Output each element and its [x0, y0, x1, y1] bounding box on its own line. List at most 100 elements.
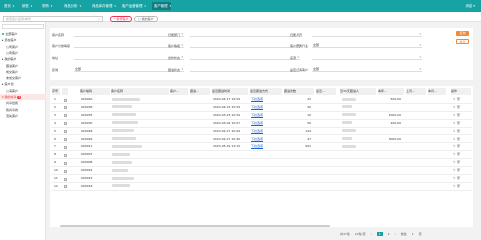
row-actions[interactable]: ✎ 🗑	[453, 120, 460, 128]
table-header-cell[interactable]: 上月...	[406, 88, 426, 95]
sidebar-item[interactable]: ▸ 客户池	[0, 81, 46, 87]
customer-name[interactable]	[112, 96, 168, 104]
row-checkbox[interactable]	[64, 114, 67, 118]
sidebar-item[interactable]: 公海客户	[0, 88, 46, 94]
follow-method-link[interactable]: 下拉选项	[251, 112, 281, 120]
customer-name[interactable]	[112, 128, 168, 136]
delete-icon[interactable]: 🗑	[456, 113, 460, 117]
top-tab[interactable]: 首页 ▾	[2, 2, 14, 10]
table-header-cell[interactable]: 本年...	[378, 88, 404, 95]
sidebar-item[interactable]: 成交客户	[0, 69, 46, 75]
filter-input[interactable]: ▾	[190, 55, 300, 60]
row-actions[interactable]: ✎ 🗑	[453, 128, 460, 136]
search-button[interactable]: 查询	[456, 31, 469, 36]
delete-icon[interactable]: 🗑	[456, 105, 460, 109]
sidebar-item[interactable]: 流失客户	[0, 113, 46, 119]
row-checkbox[interactable]	[64, 153, 67, 157]
row-checkbox[interactable]	[64, 138, 67, 141]
table-header-cell[interactable]	[62, 88, 68, 95]
row-actions[interactable]: ✎ 🗑	[453, 104, 460, 112]
sidebar-item[interactable]: 我共享的	[0, 107, 46, 113]
row-checkbox[interactable]	[64, 106, 67, 110]
sidebar-item[interactable]: ▸ 我的客户	[0, 56, 46, 62]
delete-icon[interactable]: 🗑	[456, 121, 460, 125]
filter-input[interactable]: 全部 ▾	[312, 43, 422, 48]
table-header-cell[interactable]: 序号	[52, 88, 60, 95]
table-header-cell[interactable]: 最近跟进时间	[212, 88, 248, 95]
horizontal-scrollbar[interactable]	[60, 225, 330, 227]
filter-input[interactable]: ▾	[190, 32, 300, 37]
table-header-cell[interactable]: 操作	[451, 88, 471, 95]
sidebar-item[interactable]: 跟进客户	[0, 63, 46, 69]
delete-icon[interactable]: 🗑	[456, 160, 460, 164]
add-customer-pill[interactable]: * 新增客户	[110, 16, 133, 22]
sidebar-item[interactable]: 公司客户	[0, 50, 46, 56]
customer-name[interactable]	[112, 120, 168, 128]
customer-name[interactable]	[112, 143, 168, 151]
customer-name[interactable]	[112, 151, 168, 159]
delete-icon[interactable]: 🗑	[456, 97, 460, 101]
filter-input[interactable]: ▾	[190, 67, 300, 72]
table-header-cell[interactable]: 跟进...	[190, 88, 210, 95]
top-tab[interactable]: 销售 ▾	[20, 2, 32, 10]
delete-icon[interactable]: 🗑	[456, 176, 460, 180]
row-actions[interactable]: ✎ 🗑	[453, 112, 460, 120]
delete-icon[interactable]: 🗑	[456, 144, 460, 148]
filter-input[interactable]: ▾	[312, 32, 422, 37]
customer-name[interactable]	[112, 167, 168, 175]
row-checkbox[interactable]	[64, 169, 67, 173]
row-actions[interactable]: ✎ 🗑	[453, 175, 460, 183]
table-header-cell[interactable]: 跟进次数	[284, 88, 314, 95]
pager-prev[interactable]: ‹	[371, 232, 372, 236]
row-checkbox[interactable]	[64, 185, 67, 189]
customer-name[interactable]	[112, 175, 168, 183]
pager-page-2[interactable]: 2	[388, 232, 390, 236]
top-tab[interactable]: 采购 ▾	[40, 2, 52, 10]
follow-method-link[interactable]: 下拉选项	[251, 96, 281, 104]
row-actions[interactable]: ✎ 🗑	[453, 136, 460, 144]
filter-input[interactable]: ▾	[312, 55, 422, 60]
customer-name[interactable]	[112, 104, 168, 112]
row-actions[interactable]: ✎ 🗑	[453, 183, 460, 191]
row-checkbox[interactable]	[64, 177, 67, 181]
customer-name[interactable]	[112, 183, 168, 191]
top-tab[interactable]: 商品库存管理 ▾	[90, 2, 116, 10]
delete-icon[interactable]: 🗑	[456, 184, 460, 188]
follow-method-link[interactable]: 下拉选项	[251, 120, 281, 128]
sidebar-item[interactable]: 共享给我	[0, 100, 46, 106]
top-tab[interactable]: 客户管理 ▾	[152, 2, 172, 10]
delete-icon[interactable]: 🗑	[456, 129, 460, 133]
pager-size[interactable]: 20条/页	[355, 232, 366, 236]
row-actions[interactable]: ✎ 🗑	[453, 159, 460, 167]
search-icon[interactable]: ⌕	[98, 17, 100, 21]
table-header-cell[interactable]: 本月...	[428, 88, 446, 95]
delete-icon[interactable]: 🗑	[456, 168, 460, 172]
sidebar-item[interactable]: 未成交客户	[0, 75, 46, 81]
my-customer-pill[interactable]: ○ 我的客户	[134, 16, 158, 22]
delete-icon[interactable]: 🗑	[456, 137, 460, 141]
row-actions[interactable]: ✎ 🗑	[453, 143, 460, 151]
top-right-menu[interactable]: 消息 ▾	[465, 2, 475, 10]
follow-method-link[interactable]: 下拉选项	[251, 104, 281, 112]
sidebar-item[interactable]: 公司客户	[0, 44, 46, 50]
table-header-cell[interactable]: 最近...	[316, 88, 336, 95]
follow-method-link[interactable]: 下拉选项	[251, 136, 281, 144]
sidebar-item[interactable]: 全部客户	[0, 31, 46, 37]
customer-name[interactable]	[112, 136, 168, 144]
table-header-cell[interactable]: 最近跟进方式	[250, 88, 282, 95]
customer-name[interactable]	[112, 159, 168, 167]
row-actions[interactable]: ✎ 🗑	[453, 151, 460, 159]
table-header-cell[interactable]: 客户...	[170, 88, 188, 95]
row-actions[interactable]: ✎ 🗑	[453, 96, 460, 104]
sidebar-item[interactable]: ▸ 潜在客户	[0, 37, 46, 43]
delete-icon[interactable]: 🗑	[456, 152, 460, 156]
sidebar-search-input[interactable]	[2, 24, 44, 29]
row-checkbox[interactable]	[64, 98, 67, 102]
row-actions[interactable]: ✎ 🗑	[453, 167, 460, 175]
pager-goto-input[interactable]: 1	[412, 232, 414, 236]
row-checkbox[interactable]	[64, 130, 67, 134]
table-header-cell[interactable]: 客户编码	[80, 88, 110, 95]
customer-name[interactable]	[112, 112, 168, 120]
filter-input[interactable]: 全部 ▾	[312, 67, 422, 72]
pager-next[interactable]: ›	[395, 232, 396, 236]
